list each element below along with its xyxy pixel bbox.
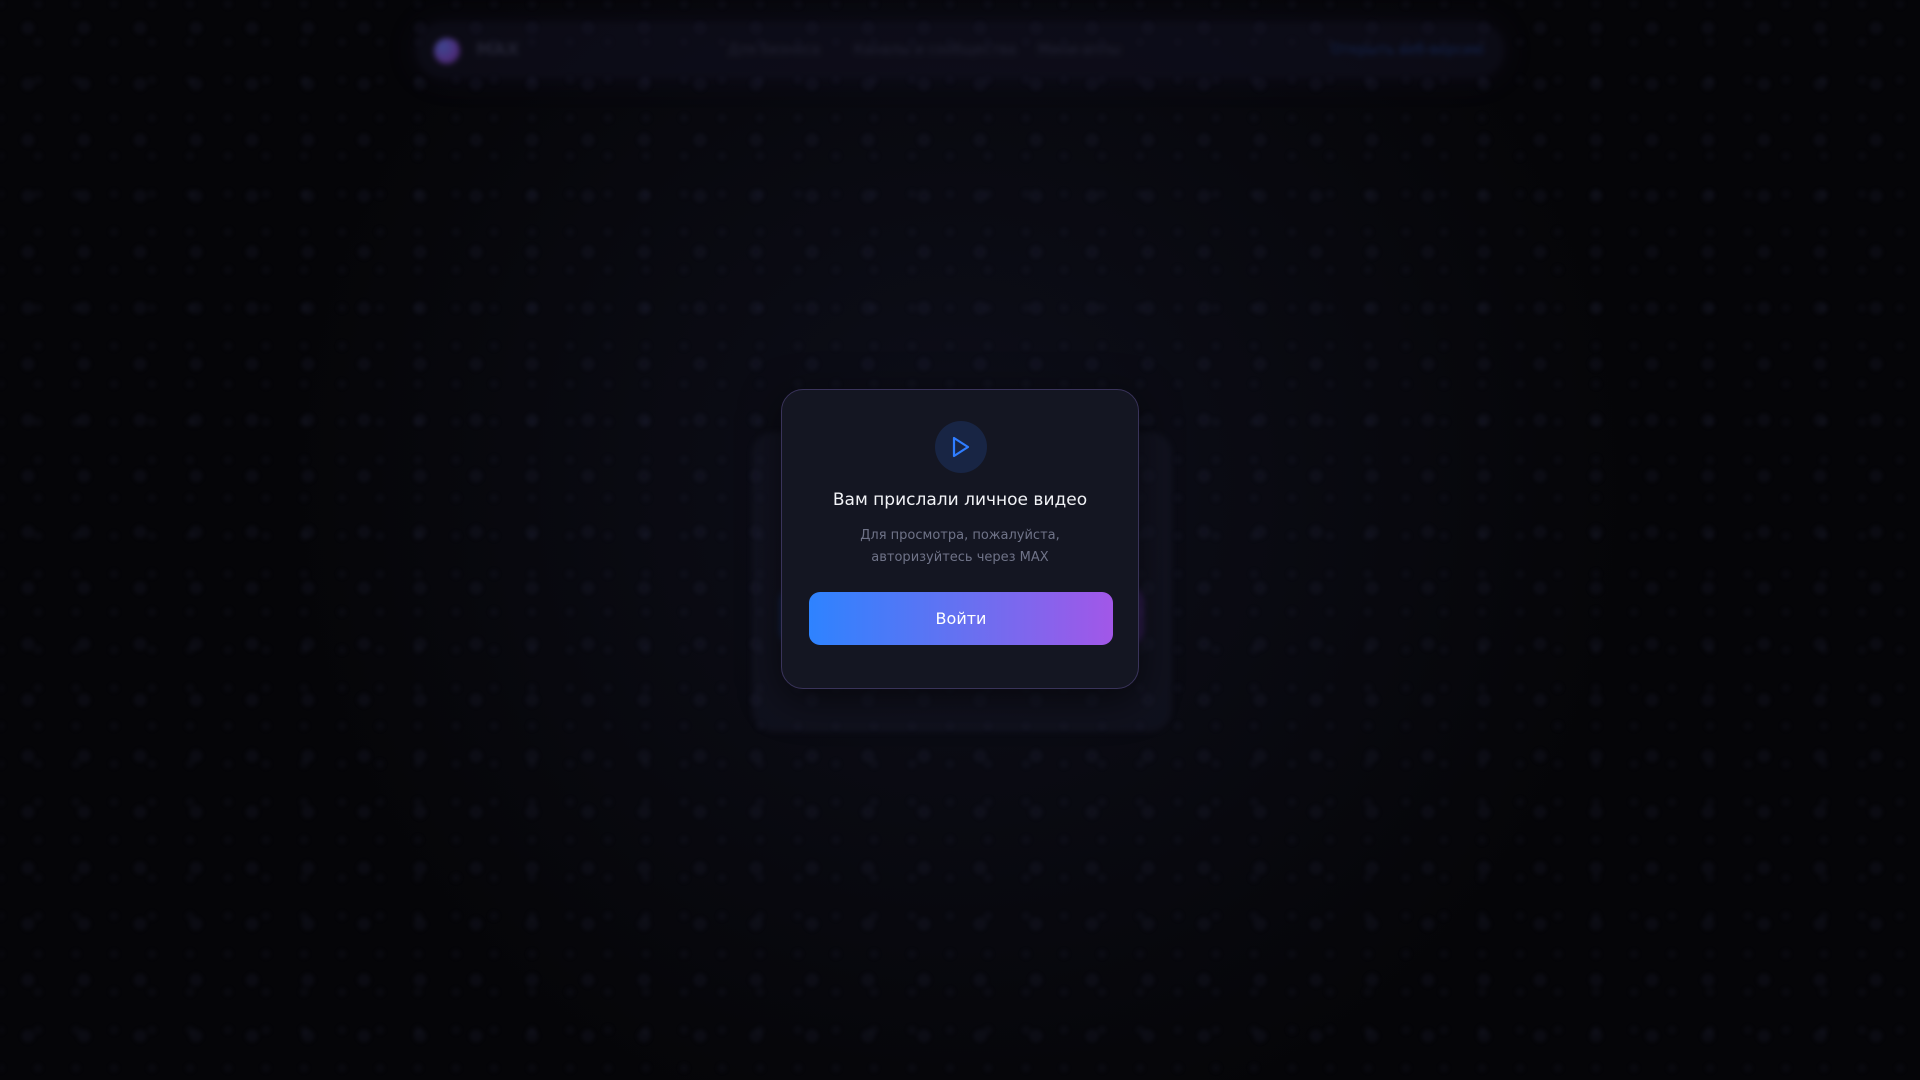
login-button[interactable]: Войти [809,592,1113,645]
logo-icon [434,38,460,64]
modal-subtitle: Для просмотра, пожалуйста, авторизуйтесь… [860,528,1060,565]
nav-open-web-link: Открыть веб-версию [1330,42,1484,58]
play-icon [935,421,987,473]
nav-link-mini-apps: Мини-аппы [1038,42,1121,58]
nav-brand: MAX [476,40,520,60]
navbar: MAX Для бизнеса Каналы и сообщества Мини… [416,22,1504,78]
nav-link-channels: Каналы и сообщества [854,42,1017,58]
nav-link-business: Для бизнеса [728,42,820,58]
modal-title: Вам прислали личное видео [832,490,1088,510]
page: MAX Для бизнеса Каналы и сообщества Мини… [0,0,1920,1080]
play-icon-glyph [952,436,970,458]
login-modal: Вам прислали личное видео Для просмотра,… [781,389,1139,689]
